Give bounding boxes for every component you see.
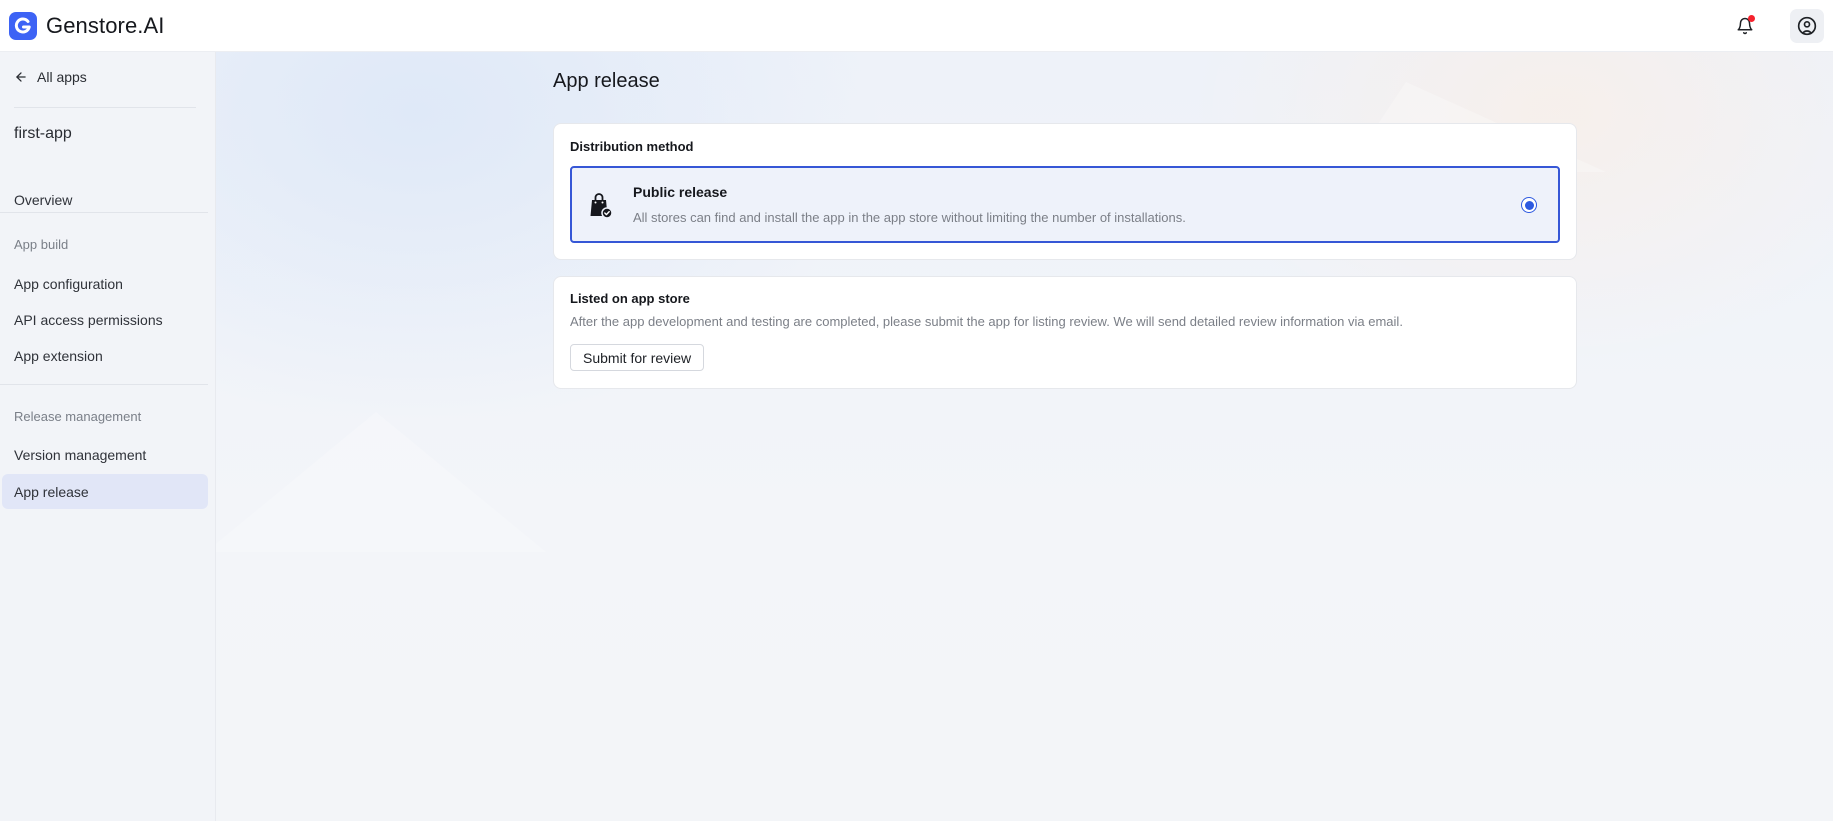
main-content: App release Distribution method Public r… bbox=[216, 52, 1833, 821]
sidebar-item-label: Overview bbox=[14, 191, 73, 208]
page-title: App release bbox=[553, 70, 660, 92]
sidebar-item-app-release[interactable]: App release bbox=[2, 474, 208, 509]
brand-g-logo-icon bbox=[9, 11, 37, 40]
sidebar-item-api-access-permissions[interactable]: API access permissions bbox=[2, 302, 208, 337]
user-circle-icon bbox=[1797, 16, 1817, 35]
sidebar-divider bbox=[14, 107, 196, 108]
brand-name: Genstore.AI bbox=[46, 12, 165, 38]
app-name: first-app bbox=[14, 125, 72, 142]
sidebar: All apps first-app Overview App build Ap… bbox=[0, 52, 216, 821]
top-bar: Genstore.AI bbox=[0, 0, 1833, 52]
shopping-bag-icon bbox=[587, 191, 613, 224]
sidebar-divider bbox=[0, 384, 208, 385]
sidebar-item-label: App release bbox=[14, 483, 89, 500]
radio-selected-dot bbox=[1524, 200, 1534, 210]
public-release-description: All stores can find and install the app … bbox=[633, 210, 1186, 225]
listing-description: After the app development and testing ar… bbox=[570, 314, 1403, 329]
public-release-radio[interactable] bbox=[1521, 197, 1537, 213]
listing-card: Listed on app store After the app develo… bbox=[553, 276, 1577, 389]
sidebar-item-label: API access permissions bbox=[14, 311, 163, 328]
background-decoration bbox=[216, 412, 546, 552]
sidebar-item-app-configuration[interactable]: App configuration bbox=[2, 266, 208, 301]
public-release-title: Public release bbox=[633, 184, 728, 200]
all-apps-link[interactable]: All apps bbox=[14, 69, 87, 85]
notifications-button[interactable] bbox=[1730, 11, 1760, 41]
sidebar-item-label: App extension bbox=[14, 347, 103, 364]
sidebar-item-label: Version management bbox=[14, 446, 147, 463]
all-apps-label: All apps bbox=[37, 69, 87, 85]
sidebar-item-label: App configuration bbox=[14, 275, 123, 292]
brand[interactable]: Genstore.AI bbox=[9, 11, 165, 40]
user-menu-button[interactable] bbox=[1790, 8, 1824, 43]
distribution-method-card: Distribution method Public release All s… bbox=[553, 123, 1577, 260]
submit-for-review-button[interactable]: Submit for review bbox=[570, 344, 705, 371]
section-label-app-build: App build bbox=[14, 237, 69, 252]
section-label-release-management: Release management bbox=[14, 409, 142, 424]
sidebar-item-version-management[interactable]: Version management bbox=[2, 437, 208, 472]
sidebar-divider bbox=[0, 212, 208, 213]
listing-title: Listed on app store bbox=[570, 291, 690, 306]
notification-badge bbox=[1748, 14, 1755, 22]
sidebar-item-app-extension[interactable]: App extension bbox=[2, 338, 208, 373]
distribution-method-title: Distribution method bbox=[570, 139, 694, 154]
arrow-left-icon bbox=[16, 72, 26, 82]
public-release-option[interactable]: Public release All stores can find and i… bbox=[570, 166, 1560, 243]
